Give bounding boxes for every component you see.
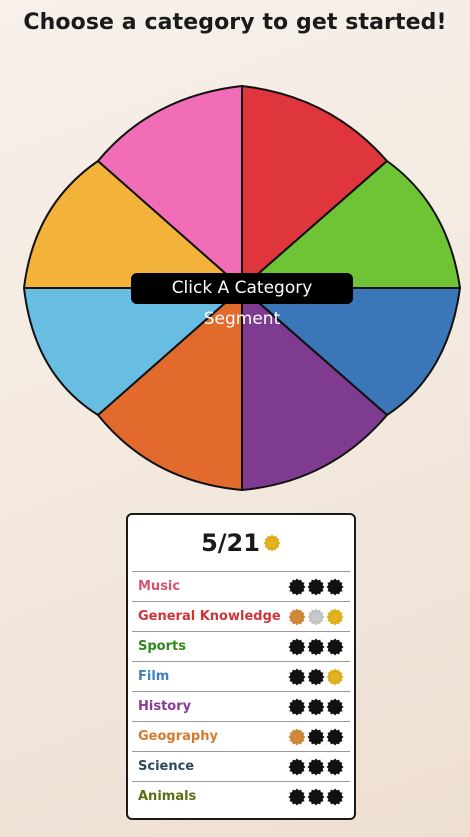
black-badge-icon (307, 697, 325, 716)
badge-group (288, 577, 344, 596)
gold-badge-icon (326, 607, 344, 626)
black-badge-icon (326, 697, 344, 716)
category-name: General Knowledge (138, 609, 281, 624)
category-name: Music (138, 579, 181, 594)
gold-badge-icon (326, 667, 344, 686)
badge-group (288, 697, 344, 716)
black-badge-icon (307, 637, 325, 656)
category-wheel: Click A Category Segment (0, 0, 470, 500)
black-badge-icon (326, 757, 344, 776)
badge-group (288, 667, 344, 686)
black-badge-icon (307, 667, 325, 686)
category-row-film: Film (132, 662, 350, 692)
category-name: Animals (138, 789, 197, 804)
category-row-music: Music (132, 572, 350, 602)
badge-group (288, 637, 344, 656)
black-badge-icon (288, 757, 306, 776)
bronze-badge-icon (288, 607, 306, 626)
silver-badge-icon (307, 607, 325, 626)
category-row-geography: Geography (132, 722, 350, 752)
score-value: 5/21 (201, 529, 260, 557)
scorecard: 5/21 Music General Knowledge Sports Film His… (126, 513, 356, 820)
category-row-animals: Animals (132, 782, 350, 811)
category-name: Film (138, 669, 170, 684)
category-name: Geography (138, 729, 218, 744)
category-name: Sports (138, 639, 186, 654)
wheel-hint-label: Click A Category Segment (131, 273, 353, 329)
category-list: Music General Knowledge Sports Film History G… (132, 571, 350, 811)
badge-group (288, 757, 344, 776)
black-badge-icon (307, 757, 325, 776)
black-badge-icon (288, 787, 306, 806)
black-badge-icon (307, 787, 325, 806)
black-badge-icon (326, 787, 344, 806)
black-badge-icon (326, 637, 344, 656)
badge-group (288, 787, 344, 806)
category-name: Science (138, 759, 195, 774)
score-header: 5/21 (132, 515, 350, 571)
gold-badge-icon (263, 534, 281, 552)
black-badge-icon (307, 727, 325, 746)
black-badge-icon (288, 697, 306, 716)
category-row-science: Science (132, 752, 350, 782)
black-badge-icon (288, 577, 306, 596)
wheel-graphic (23, 85, 461, 491)
black-badge-icon (307, 577, 325, 596)
category-row-sports: Sports (132, 632, 350, 662)
black-badge-icon (288, 637, 306, 656)
black-badge-icon (288, 667, 306, 686)
category-row-general-knowledge: General Knowledge (132, 602, 350, 632)
black-badge-icon (326, 727, 344, 746)
category-row-history: History (132, 692, 350, 722)
badge-group (288, 727, 344, 746)
category-name: History (138, 699, 192, 714)
black-badge-icon (326, 577, 344, 596)
badge-group (288, 607, 344, 626)
bronze-badge-icon (288, 727, 306, 746)
